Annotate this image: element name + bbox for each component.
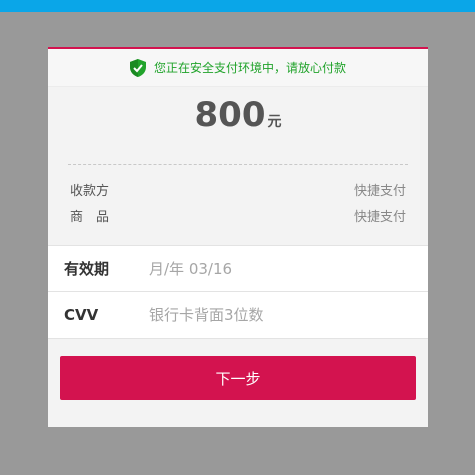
dashed-divider [68,164,408,165]
secure-banner: 您正在安全支付环境中，请放心付款 [48,49,428,87]
payment-card: 您正在安全支付环境中，请放心付款 800 元 收款方 快捷支付 商 品 快捷支付 … [48,47,428,427]
cvv-input[interactable] [149,306,389,324]
footer-area: 下一步 [48,339,428,427]
secure-banner-text: 您正在安全支付环境中，请放心付款 [153,61,346,75]
cvv-row: CVV [48,292,428,339]
payment-amount: 800 元 [48,95,428,135]
cvv-label: CVV [64,306,99,324]
top-status-bar [0,0,475,12]
info-label: 收款方 [70,184,110,199]
info-row-payee: 收款方 快捷支付 [70,180,406,199]
next-step-button[interactable]: 下一步 [60,356,416,400]
shield-check-icon [129,58,146,77]
expiry-row: 有效期 [48,245,428,292]
amount-unit: 元 [267,114,282,130]
info-row-product: 商 品 快捷支付 [70,206,406,225]
expiry-label: 有效期 [64,260,110,278]
expiry-input[interactable] [149,259,389,278]
info-value: 快捷支付 [353,184,406,199]
info-value: 快捷支付 [353,210,406,225]
amount-value: 800 [194,95,266,135]
info-label: 商 品 [70,210,110,225]
amount-section: 800 元 收款方 快捷支付 商 品 快捷支付 [48,87,428,245]
